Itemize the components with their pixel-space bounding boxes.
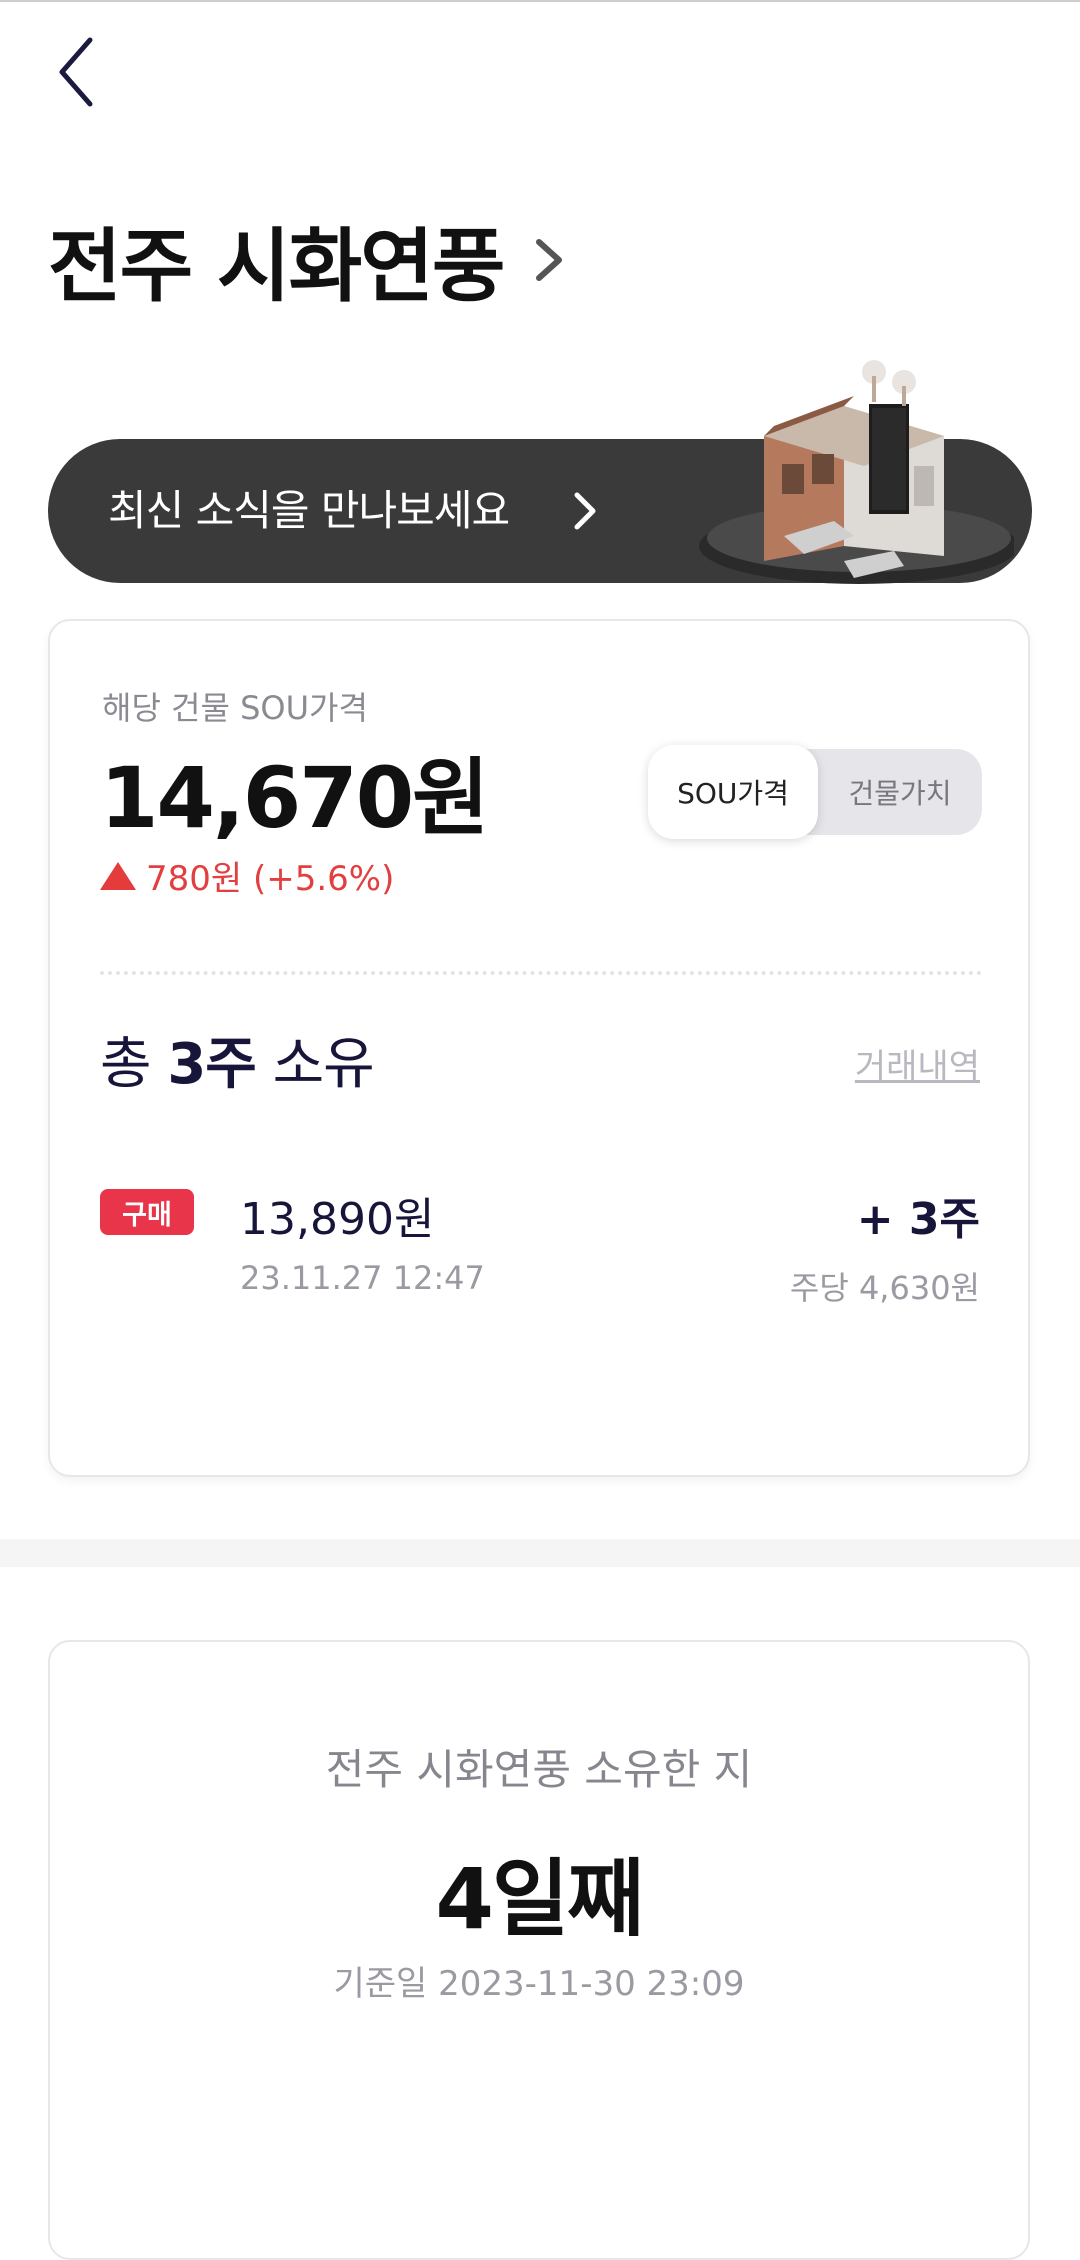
transaction-amount: 13,890원: [240, 1194, 435, 1245]
owned-shares: 총 3주 소유: [100, 1019, 375, 1100]
transaction-per-share: 주당 4,630원: [789, 1269, 980, 1307]
price-change: 780원 (+5.6%): [100, 851, 394, 900]
transaction-history-link[interactable]: 거래내역: [855, 1039, 980, 1088]
building-illustration: [699, 360, 1014, 584]
chevron-right-icon: [536, 239, 563, 281]
toggle-building-value[interactable]: 건물가치: [818, 749, 982, 835]
transaction-shares: + 3주: [856, 1194, 980, 1245]
page-title: 전주 시화연풍: [48, 220, 505, 313]
owned-suffix: 소유: [255, 1032, 375, 1097]
ownership-card: 전주 시화연풍 소유한 지 4일째 기준일 2023-11-30 23:09: [48, 1640, 1030, 2260]
top-divider: [0, 0, 1080, 2]
sou-price: 14,670원: [100, 749, 489, 847]
ownership-days: 4일째: [435, 1850, 644, 1948]
price-change-value: 780원 (+5.6%): [146, 859, 395, 899]
price-label: 해당 건물 SOU가격: [102, 689, 368, 727]
toggle-sou-price[interactable]: SOU가격: [648, 745, 818, 839]
section-separator: [0, 1539, 1080, 1567]
dotted-divider: [100, 971, 982, 975]
price-card: 해당 건물 SOU가격 14,670원 780원 (+5.6%) SOU가격 건…: [48, 619, 1030, 1477]
chevron-right-icon: [574, 492, 596, 530]
transaction-datetime: 23.11.27 12:47: [240, 1259, 485, 1297]
ownership-as-of-date: 기준일 2023-11-30 23:09: [333, 1964, 745, 2004]
news-banner-label: 최신 소식을 만나보세요: [108, 486, 510, 535]
owned-count: 3주: [167, 1032, 256, 1097]
triangle-up-icon: [100, 861, 136, 890]
price-type-toggle[interactable]: SOU가격 건물가치: [648, 745, 982, 839]
owned-prefix: 총: [100, 1032, 168, 1097]
chevron-left-icon[interactable]: [48, 30, 108, 114]
page-title-row[interactable]: 전주 시화연풍: [48, 205, 569, 315]
ownership-label: 전주 시화연풍 소유한 지: [325, 1745, 753, 1794]
buy-badge: 구매: [100, 1189, 194, 1235]
